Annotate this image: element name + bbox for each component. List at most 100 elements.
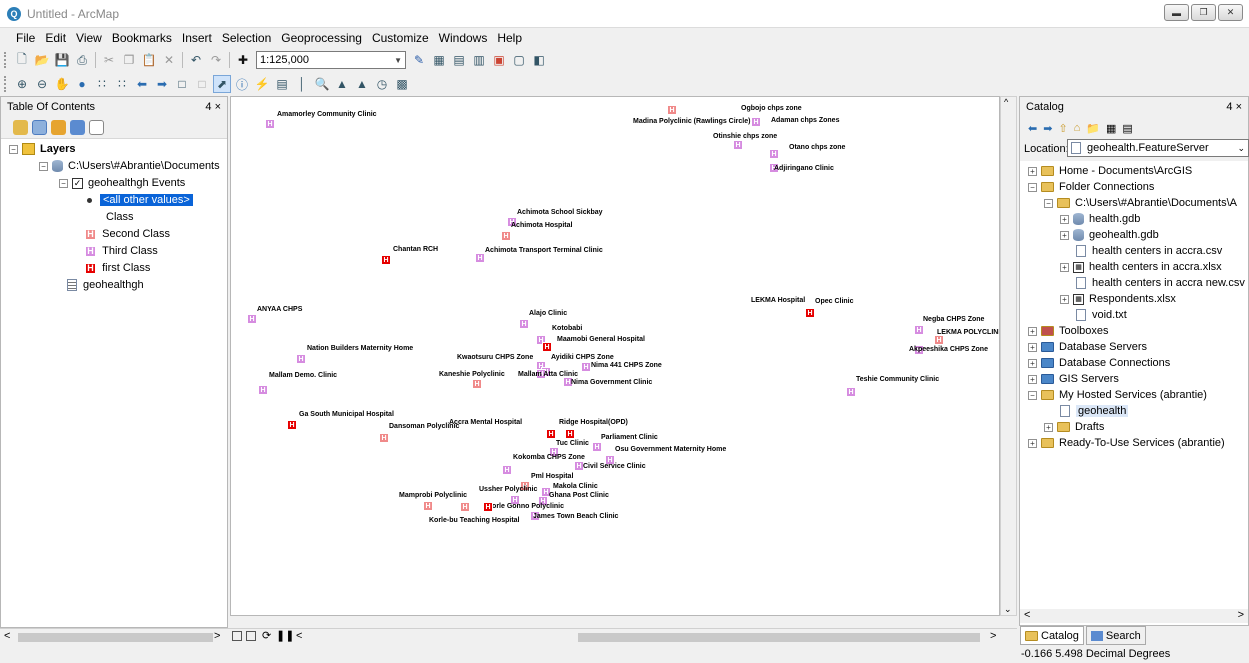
expand-icon[interactable]: + (1028, 358, 1037, 368)
pause-drawing-icon[interactable]: ❚❚ (276, 629, 294, 642)
catalog-item[interactable]: − Folder Connections (1028, 179, 1154, 195)
location-input[interactable]: geohealth.FeatureServer ⌄ (1067, 139, 1249, 157)
toolbar-grip[interactable] (4, 76, 8, 92)
list-by-drawing-order-icon[interactable] (13, 120, 28, 135)
catalog-item[interactable]: + geohealth.gdb (1060, 227, 1159, 243)
health-facility-marker-icon[interactable]: H (846, 387, 856, 397)
select-features-icon[interactable]: □ (173, 75, 191, 93)
map-view[interactable]: HAmamorley Community ClinicHOgbojo chps … (230, 96, 1000, 616)
menu-edit[interactable]: Edit (40, 31, 71, 45)
health-facility-marker-icon[interactable]: H (287, 420, 297, 430)
zoom-out-icon[interactable]: ⊖ (33, 75, 51, 93)
copy-icon[interactable]: ❐ (120, 51, 138, 69)
expand-icon[interactable]: + (1060, 294, 1069, 304)
catalog-item[interactable]: + Home - Documents\ArcGIS (1028, 163, 1192, 179)
tab-search[interactable]: Search (1085, 626, 1146, 645)
toc-pin-close[interactable]: 4 × (205, 101, 221, 113)
home-icon[interactable]: ⌂ (1074, 122, 1081, 134)
menu-help[interactable]: Help (492, 31, 527, 45)
toc-workspace-row[interactable]: − C:\Users\#Abrantie\Documents (39, 158, 220, 174)
menu-insert[interactable]: Insert (177, 31, 217, 45)
health-facility-marker-icon[interactable]: H (475, 253, 485, 263)
menu-view[interactable]: View (71, 31, 107, 45)
health-facility-marker-icon[interactable]: H (667, 105, 677, 115)
catalog-item[interactable]: + ▦ Respondents.xlsx (1060, 291, 1176, 307)
collapse-icon[interactable]: − (9, 144, 18, 154)
go-to-xy-icon[interactable]: ▲ (353, 75, 371, 93)
health-facility-marker-icon[interactable]: H (733, 140, 743, 150)
catalog-pin-close[interactable]: 4 × (1226, 101, 1242, 113)
toc-scroll-thumb[interactable] (18, 633, 213, 642)
modelbuilder-icon[interactable]: ◧ (530, 51, 548, 69)
collapse-icon[interactable]: − (39, 161, 48, 171)
select-elements-icon[interactable]: ⬈ (213, 75, 231, 93)
data-view-icon[interactable] (232, 631, 242, 641)
new-document-icon[interactable]: 🗋 (13, 51, 31, 69)
menu-geoprocessing[interactable]: Geoprocessing (276, 31, 367, 45)
expand-icon[interactable]: + (1028, 326, 1037, 336)
scroll-right-icon[interactable]: > (1238, 609, 1244, 621)
hyperlink-icon[interactable]: ⚡ (253, 75, 271, 93)
health-facility-marker-icon[interactable]: H (519, 319, 529, 329)
arctoolbox-icon[interactable]: ▣ (490, 51, 508, 69)
collapse-icon[interactable]: − (59, 178, 68, 188)
health-facility-marker-icon[interactable]: H (423, 501, 433, 511)
forward-icon[interactable]: ➡ (1043, 122, 1052, 135)
health-facility-marker-icon[interactable]: H (258, 385, 268, 395)
list-by-selection-icon[interactable] (70, 120, 85, 135)
open-folder-icon[interactable]: 📂 (33, 51, 51, 69)
toc-class-row[interactable]: H Second Class (85, 226, 170, 242)
catalog-item[interactable]: − My Hosted Services (abrantie) (1028, 387, 1207, 403)
catalog-item[interactable]: + ▦ health centers in accra.xlsx (1060, 259, 1222, 275)
delete-icon[interactable]: ✕ (160, 51, 178, 69)
health-facility-marker-icon[interactable]: H (379, 433, 389, 443)
zoom-in-icon[interactable]: ⊕ (13, 75, 31, 93)
catalog-item[interactable]: + health.gdb (1060, 211, 1140, 227)
connect-folder-icon[interactable]: 📁 (1086, 122, 1100, 135)
minimize-button[interactable]: ▬ (1164, 4, 1189, 21)
scroll-down-icon[interactable]: ⌄ (1004, 604, 1012, 615)
expand-icon[interactable]: + (1060, 262, 1069, 272)
toc-layers-row[interactable]: − Layers (9, 141, 75, 157)
refresh-icon[interactable]: ⟳ (262, 629, 271, 642)
pan-icon[interactable]: ✋ (53, 75, 71, 93)
list-by-visibility-icon[interactable] (51, 120, 66, 135)
up-one-level-icon[interactable]: ⇧ (1058, 122, 1067, 135)
undo-icon[interactable]: ↶ (187, 51, 205, 69)
health-facility-marker-icon[interactable]: H (501, 231, 511, 241)
identify-icon[interactable]: ⓘ (233, 75, 251, 93)
layout-view-icon[interactable] (246, 631, 256, 641)
health-facility-marker-icon[interactable]: H (592, 442, 602, 452)
catalog-item[interactable]: + Drafts (1044, 419, 1104, 435)
toc-table-row[interactable]: geohealthgh (67, 277, 144, 293)
expand-icon[interactable]: + (1060, 230, 1069, 240)
close-button[interactable]: ✕ (1218, 4, 1243, 21)
catalog-window-icon[interactable]: ▤ (450, 51, 468, 69)
search-window-icon[interactable]: ▥ (470, 51, 488, 69)
map-scale-dropdown[interactable]: 1:125,000 ▼ (256, 51, 406, 69)
toolbar-grip[interactable] (4, 52, 8, 68)
menu-bookmarks[interactable]: Bookmarks (107, 31, 177, 45)
catalog-item[interactable]: − C:\Users\#Abrantie\Documents\A (1044, 195, 1237, 211)
viewer-window-icon[interactable]: ▩ (393, 75, 411, 93)
expand-icon[interactable]: + (1060, 214, 1069, 224)
collapse-icon[interactable]: − (1028, 390, 1037, 400)
health-facility-marker-icon[interactable]: H (502, 465, 512, 475)
fixed-zoom-in-icon[interactable]: ∷ (93, 75, 111, 93)
map-vertical-scrollbar[interactable]: ^ ⌄ (1000, 96, 1017, 616)
menu-customize[interactable]: Customize (367, 31, 434, 45)
html-popup-icon[interactable]: ▤ (273, 75, 291, 93)
save-icon[interactable]: 💾 (53, 51, 71, 69)
paste-icon[interactable]: 📋 (140, 51, 158, 69)
expand-icon[interactable]: + (1028, 342, 1037, 352)
health-facility-marker-icon[interactable]: H (247, 314, 257, 324)
layer-visibility-checkbox[interactable]: ✓ (72, 177, 83, 189)
health-facility-marker-icon[interactable]: H (472, 379, 482, 389)
catalog-item[interactable]: + Toolboxes (1028, 323, 1109, 339)
catalog-item[interactable]: + GIS Servers (1028, 371, 1119, 387)
toc-scroll-left-icon[interactable]: < (4, 630, 10, 642)
health-facility-marker-icon[interactable]: H (805, 308, 815, 318)
cut-icon[interactable]: ✂ (100, 51, 118, 69)
views-icon[interactable]: ▦ (1106, 122, 1116, 135)
health-facility-marker-icon[interactable]: H (542, 342, 552, 352)
